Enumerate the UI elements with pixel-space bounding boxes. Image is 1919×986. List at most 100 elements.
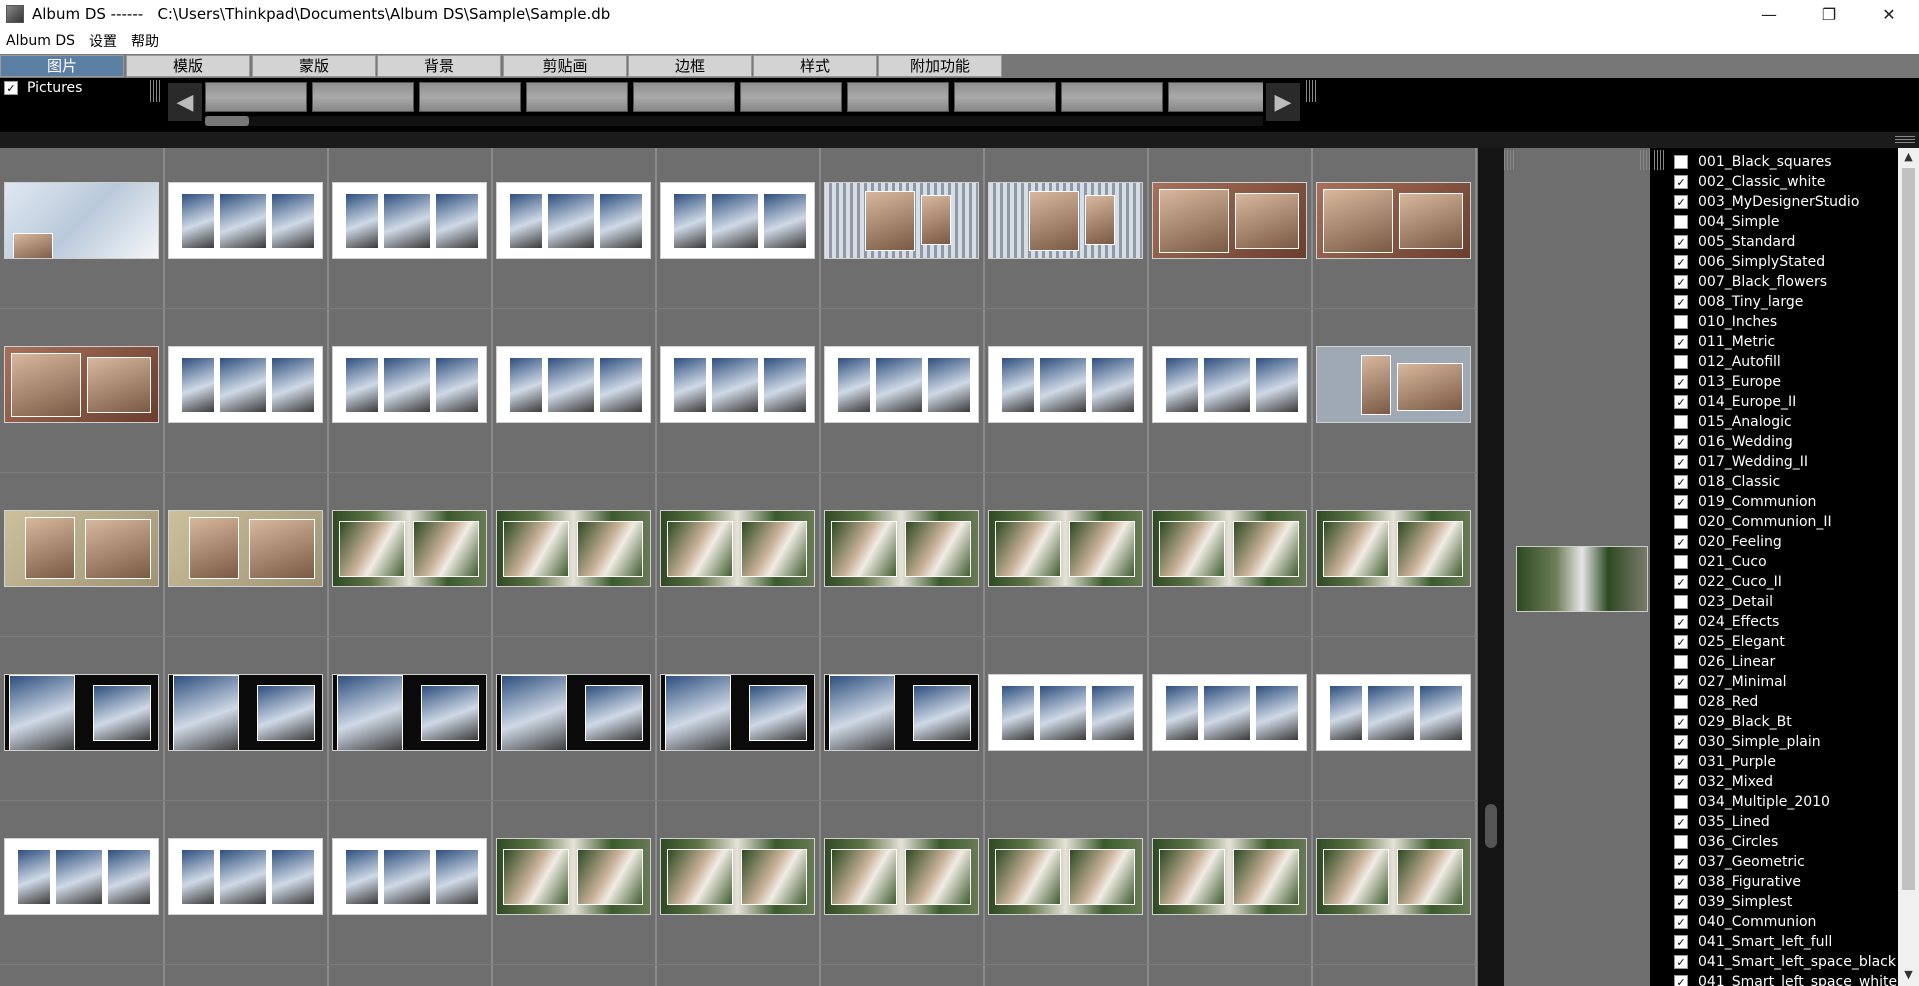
template-thumbnail[interactable] [1316, 182, 1471, 259]
pictures-folder[interactable]: ✓ Pictures [4, 80, 82, 96]
grid-scroll-thumb[interactable] [1485, 804, 1497, 848]
style-list-item[interactable]: ✓ 041_Smart_left_space_white [1674, 972, 1897, 986]
style-checkbox[interactable]: ✓ [1674, 275, 1688, 289]
template-thumbnail[interactable] [168, 510, 323, 587]
divider-grip-icon[interactable] [1895, 136, 1915, 144]
style-list-item[interactable]: ✓ 031_Purple [1674, 752, 1776, 772]
template-thumbnail[interactable] [4, 346, 159, 423]
style-checkbox[interactable]: ✓ [1674, 575, 1688, 589]
style-list-item[interactable]: ✓ 011_Metric [1674, 332, 1775, 352]
template-thumbnail[interactable] [4, 510, 159, 587]
style-checkbox[interactable] [1674, 415, 1688, 429]
tab-extras[interactable]: 附加功能 [878, 55, 1002, 77]
template-thumbnail[interactable] [332, 674, 487, 751]
tab-styles[interactable]: 样式 [753, 55, 877, 77]
template-thumbnail[interactable] [332, 510, 487, 587]
pictures-checkbox[interactable]: ✓ [4, 81, 18, 95]
filmstrip-thumbnail[interactable] [419, 82, 521, 112]
style-checkbox[interactable] [1674, 835, 1688, 849]
style-list-item[interactable]: ✓ 003_MyDesignerStudio [1674, 192, 1859, 212]
template-thumbnail[interactable] [1316, 838, 1471, 915]
template-thumbnail[interactable] [824, 182, 979, 259]
template-thumbnail[interactable] [824, 510, 979, 587]
template-thumbnail[interactable] [1152, 838, 1307, 915]
filmstrip-thumbnail[interactable] [633, 82, 735, 112]
style-checkbox[interactable]: ✓ [1674, 375, 1688, 389]
filmstrip-right-grip[interactable] [1306, 80, 1316, 102]
style-checkbox[interactable]: ✓ [1674, 295, 1688, 309]
style-list-item[interactable]: ✓ 016_Wedding [1674, 432, 1793, 452]
style-checkbox[interactable]: ✓ [1674, 755, 1688, 769]
style-list-item[interactable]: ✓ 032_Mixed [1674, 772, 1773, 792]
template-thumbnail[interactable] [660, 838, 815, 915]
style-list-item[interactable]: ✓ 017_Wedding_II [1674, 452, 1808, 472]
template-thumbnail[interactable] [824, 346, 979, 423]
style-checkbox[interactable] [1674, 355, 1688, 369]
style-list-item[interactable]: ✓ 029_Black_Bt [1674, 712, 1792, 732]
style-list-item[interactable]: ✓ 022_Cuco_II [1674, 572, 1782, 592]
style-list-item[interactable]: ✓ 008_Tiny_large [1674, 292, 1803, 312]
filmstrip-thumbnail[interactable] [526, 82, 628, 112]
style-list-item[interactable]: ✓ 039_Simplest [1674, 892, 1792, 912]
scroll-down-icon[interactable]: ▼ [1898, 968, 1919, 984]
style-list-item[interactable]: ✓ 027_Minimal [1674, 672, 1787, 692]
template-thumbnail[interactable] [168, 182, 323, 259]
style-list-item[interactable]: 012_Autofill [1674, 352, 1781, 372]
template-thumbnail[interactable] [496, 510, 651, 587]
template-thumbnail[interactable] [988, 346, 1143, 423]
template-thumbnail[interactable] [4, 838, 159, 915]
filmstrip-left-grip[interactable] [150, 80, 160, 102]
template-thumbnail[interactable] [988, 182, 1143, 259]
style-checkbox[interactable] [1674, 795, 1688, 809]
style-list-item[interactable]: ✓ 040_Communion [1674, 912, 1816, 932]
menu-help[interactable]: 帮助 [125, 31, 167, 51]
minimize-button[interactable]: — [1739, 0, 1799, 28]
tab-backgrounds[interactable]: 背景 [377, 55, 501, 77]
template-thumbnail[interactable] [4, 182, 159, 259]
template-thumbnail[interactable] [1316, 510, 1471, 587]
template-thumbnail[interactable] [824, 674, 979, 751]
style-list-item[interactable]: ✓ 005_Standard [1674, 232, 1795, 252]
tab-masks[interactable]: 蒙版 [252, 55, 376, 77]
style-checkbox[interactable]: ✓ [1674, 675, 1688, 689]
filmstrip-thumbnail[interactable] [954, 82, 1056, 112]
template-thumbnail[interactable] [660, 674, 815, 751]
template-thumbnail[interactable] [660, 510, 815, 587]
style-list-item[interactable]: 026_Linear [1674, 652, 1775, 672]
style-list-item[interactable]: ✓ 038_Figurative [1674, 872, 1801, 892]
template-thumbnail[interactable] [332, 346, 487, 423]
maximize-button[interactable]: ❐ [1799, 0, 1859, 28]
style-checkbox[interactable]: ✓ [1674, 235, 1688, 249]
style-list-item[interactable]: ✓ 024_Effects [1674, 612, 1779, 632]
style-checkbox[interactable] [1674, 155, 1688, 169]
style-list-item[interactable]: ✓ 014_Europe_II [1674, 392, 1796, 412]
style-list-item[interactable]: 004_Simple [1674, 212, 1780, 232]
style-checkbox[interactable]: ✓ [1674, 615, 1688, 629]
style-list-item[interactable]: ✓ 041_Smart_left_full [1674, 932, 1832, 952]
style-list-item[interactable]: 021_Cuco [1674, 552, 1767, 572]
style-checkbox[interactable] [1674, 315, 1688, 329]
style-checkbox[interactable]: ✓ [1674, 335, 1688, 349]
style-list-item[interactable]: ✓ 037_Geometric [1674, 852, 1805, 872]
scroll-up-icon[interactable]: ▲ [1898, 150, 1919, 166]
style-checkbox[interactable] [1674, 595, 1688, 609]
filmstrip-thumbnail[interactable] [847, 82, 949, 112]
style-checkbox[interactable]: ✓ [1674, 915, 1688, 929]
style-checkbox[interactable]: ✓ [1674, 495, 1688, 509]
template-thumbnail[interactable] [1152, 346, 1307, 423]
style-list-item[interactable]: 023_Detail [1674, 592, 1773, 612]
template-thumbnail[interactable] [168, 674, 323, 751]
style-list-item[interactable]: ✓ 035_Lined [1674, 812, 1770, 832]
tab-pictures[interactable]: 图片 [0, 55, 124, 77]
filmstrip-scroll-thumb[interactable] [205, 116, 249, 126]
style-checkbox[interactable]: ✓ [1674, 935, 1688, 949]
style-checkbox[interactable]: ✓ [1674, 895, 1688, 909]
template-thumbnail[interactable] [660, 182, 815, 259]
template-thumbnail[interactable] [1152, 674, 1307, 751]
style-checkbox[interactable]: ✓ [1674, 855, 1688, 869]
menu-album-ds[interactable]: Album DS [0, 33, 83, 49]
style-list-item[interactable]: 010_Inches [1674, 312, 1777, 332]
template-thumbnail[interactable] [988, 510, 1143, 587]
style-checkbox[interactable]: ✓ [1674, 875, 1688, 889]
close-button[interactable]: ✕ [1859, 0, 1919, 28]
